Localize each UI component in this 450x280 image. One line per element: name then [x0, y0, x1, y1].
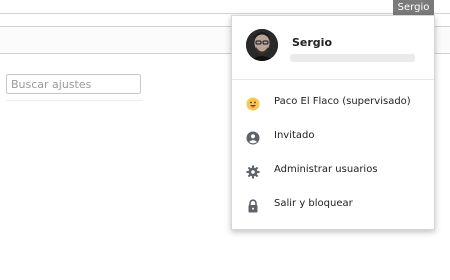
menu-item-guest[interactable]: Invitado [232, 120, 434, 154]
supervised-user-emoji-icon [246, 96, 260, 111]
search-divider [6, 100, 142, 101]
menu-item-exit-and-lock[interactable]: Salir y bloquear [232, 188, 434, 222]
menu-item-supervised-user[interactable]: Paco El Flaco (supervisado) [232, 86, 434, 120]
gear-icon [246, 164, 260, 179]
menu-item-label: Salir y bloquear [274, 198, 353, 209]
user-name: Sergio [292, 36, 333, 49]
avatar[interactable] [246, 29, 278, 61]
toolbar-divider [0, 13, 450, 14]
email-redacted [290, 54, 415, 62]
menu-divider [232, 79, 434, 80]
user-photo-icon [246, 29, 278, 61]
menu-item-label: Administrar usuarios [274, 164, 378, 175]
lock-icon [246, 198, 260, 213]
menu-item-manage-users[interactable]: Administrar usuarios [232, 154, 434, 188]
menu-item-label: Paco El Flaco (supervisado) [274, 96, 411, 107]
guest-person-icon [246, 130, 260, 145]
menu-item-label: Invitado [274, 130, 315, 141]
profile-chip-button[interactable]: Sergio [393, 0, 434, 15]
search-settings-input[interactable] [6, 74, 141, 94]
profile-menu: Sergio Paco El Flaco (supervisado) Invit… [231, 15, 435, 230]
